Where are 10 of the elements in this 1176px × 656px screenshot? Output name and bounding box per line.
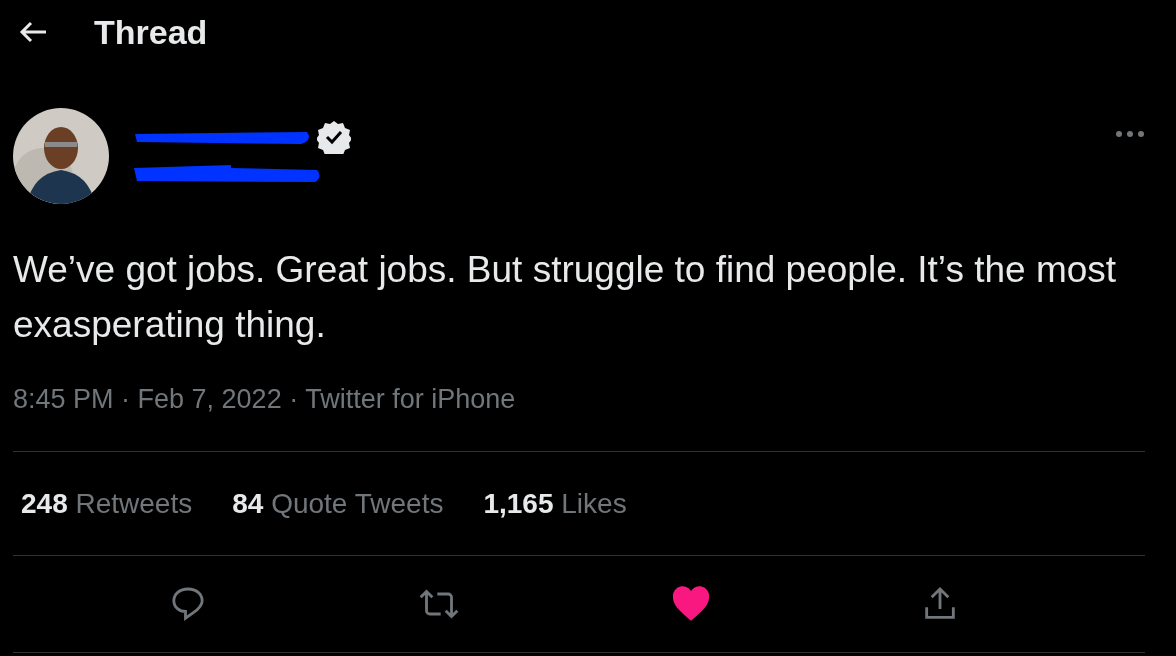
tweet-text: We’ve got jobs. Great jobs. But struggle to find people. It’s the most exasperating thing. xyxy=(13,248,1118,347)
stat-link[interactable]: 84 Quote Tweets xyxy=(232,488,444,520)
back-arrow-icon xyxy=(18,20,48,44)
more-options-button[interactable] xyxy=(1115,130,1145,138)
stat-link[interactable]: 248 Retweets xyxy=(21,488,193,520)
more-icon xyxy=(1115,130,1145,138)
tweet-meta: 8:45 PM · Feb 7, 2022 · Twitter for iPhone xyxy=(13,384,517,415)
page-title: Thread xyxy=(94,12,208,52)
back-button[interactable] xyxy=(18,20,48,44)
stat-link[interactable]: 1,165 Likes xyxy=(483,488,627,520)
